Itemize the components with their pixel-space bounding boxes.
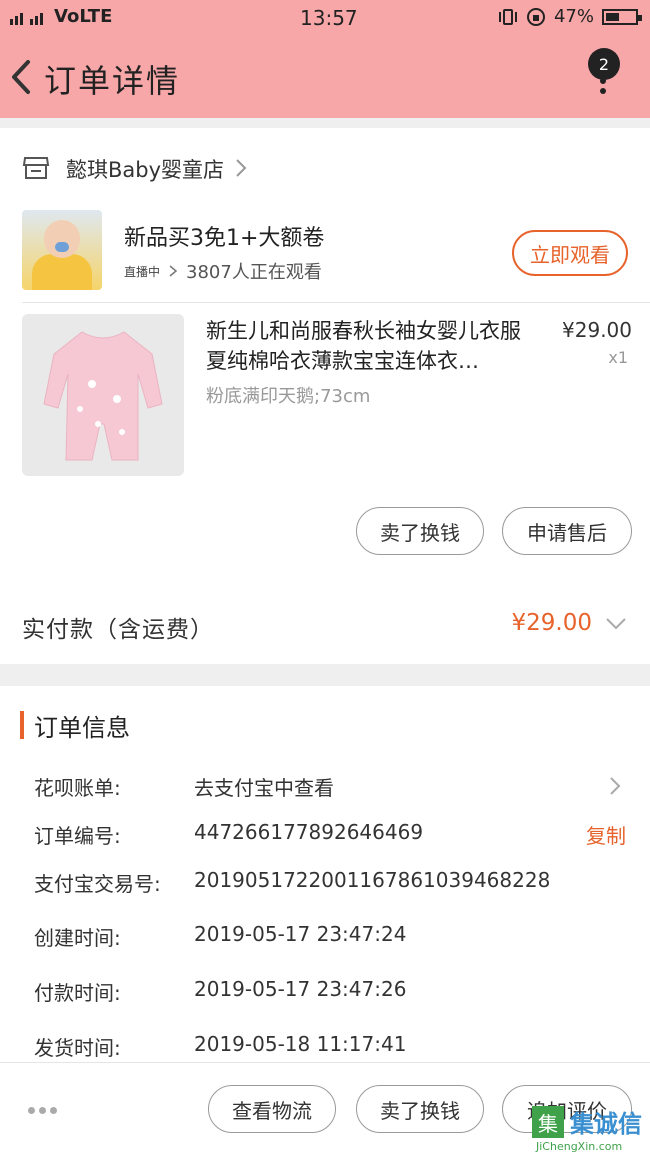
view-logistics-button[interactable]: 查看物流: [208, 1085, 336, 1133]
watch-now-button[interactable]: 立即观看: [512, 230, 628, 276]
chevron-right-icon: [236, 159, 247, 177]
payment-label: 实付款（含运费）: [22, 617, 214, 643]
payment-amount: ¥29.00: [511, 610, 592, 636]
notification-badge: 2: [588, 48, 620, 80]
copy-button[interactable]: 复制: [586, 820, 626, 849]
battery-percent: 47%: [553, 6, 594, 27]
more-vertical-icon: [600, 78, 608, 98]
info-row-order-number: 订单编号: 447266177892646469 复制: [0, 814, 650, 854]
sell-button[interactable]: 卖了换钱: [356, 507, 484, 555]
info-label: 付款时间:: [34, 981, 121, 1005]
product-price: ¥29.00: [562, 318, 632, 342]
info-row-huabei[interactable]: 花呗账单: 去支付宝中查看: [0, 766, 650, 806]
info-label: 发货时间:: [34, 1036, 121, 1060]
chevron-right-icon: [610, 777, 621, 795]
info-value: 2019-05-18 11:17:41: [194, 1032, 407, 1056]
watermark-url: JiChengXin.com: [536, 1140, 623, 1153]
order-info-title: 订单信息: [34, 713, 130, 742]
sell-button-bottom[interactable]: 卖了换钱: [356, 1085, 484, 1133]
nav-bar: 订单详情 2: [0, 42, 650, 112]
page-title: 订单详情: [44, 62, 181, 100]
info-row-created-time: 创建时间: 2019-05-17 23:47:24: [0, 916, 650, 956]
after-sale-button[interactable]: 申请售后: [502, 507, 632, 555]
status-icons: 47%: [498, 6, 642, 27]
watermark-logo: 集 集诚信 JiChengXin.com: [526, 1100, 650, 1155]
shop-header[interactable]: 懿琪Baby婴童店: [0, 140, 650, 196]
romper-illustration: [43, 331, 163, 461]
product-quantity: x1: [608, 348, 628, 367]
accent-bar: [20, 711, 24, 739]
info-row-shipped-time: 发货时间: 2019-05-18 11:17:41: [0, 1026, 650, 1066]
back-button[interactable]: [4, 52, 44, 102]
store-icon: [22, 157, 50, 179]
info-label: 订单编号:: [34, 824, 121, 848]
chevron-right-icon: [169, 265, 178, 277]
product-image: [22, 314, 184, 476]
info-row-paid-time: 付款时间: 2019-05-17 23:47:26: [0, 971, 650, 1011]
rotation-lock-icon: [526, 7, 545, 26]
signal-icon: [10, 12, 43, 25]
info-label: 创建时间:: [34, 926, 121, 950]
product-title: 新生儿和尚服春秋长袖女婴儿衣服夏纯棉哈衣薄款宝宝连体衣…: [206, 319, 521, 373]
info-label: 花呗账单:: [34, 776, 121, 800]
payment-row[interactable]: 实付款（含运费） ¥29.00: [0, 596, 650, 656]
live-tag: 直播中: [124, 264, 161, 279]
section-divider: [0, 118, 650, 128]
viewer-count: 3807人正在观看: [186, 262, 322, 283]
info-value: 2019-05-17 23:47:26: [194, 977, 407, 1001]
order-info-header: 订单信息: [20, 708, 130, 742]
section-divider: [0, 664, 650, 686]
live-stream-card[interactable]: 新品买3免1+大额卷 直播中 3807人正在观看 立即观看: [0, 208, 650, 294]
info-value: 2019-05-17 23:47:24: [194, 922, 407, 946]
battery-level: [606, 12, 620, 21]
product-spec: 粉底满印天鹅;73cm: [206, 386, 371, 407]
watermark-text: 集诚信: [570, 1110, 642, 1138]
chevron-down-icon: [606, 618, 626, 630]
signal-area: VoLTE: [8, 6, 112, 27]
live-subtitle: 直播中 3807人正在观看: [124, 258, 322, 284]
more-menu-button[interactable]: 2: [584, 48, 624, 106]
info-value: 447266177892646469: [194, 820, 424, 844]
info-label: 支付宝交易号:: [34, 872, 161, 896]
info-value: 2019051722001167861039468228: [194, 868, 551, 892]
battery-icon: [602, 8, 642, 25]
header-bar: VoLTE 13:57 47% 订单详情 2: [0, 0, 650, 118]
more-horizontal-icon[interactable]: [28, 1099, 62, 1114]
product-item[interactable]: 新生儿和尚服春秋长袖女婴儿衣服夏纯棉哈衣薄款宝宝连体衣… 粉底满印天鹅;73cm…: [0, 312, 650, 482]
live-thumbnail: [22, 210, 102, 290]
info-row-alipay-trade: 支付宝交易号: 2019051722001167861039468228: [0, 862, 650, 902]
vibrate-icon: [498, 8, 517, 25]
shop-name: 懿琪Baby婴童店: [66, 158, 225, 182]
divider: [22, 302, 650, 303]
chevron-left-icon: [12, 60, 30, 94]
status-bar: VoLTE 13:57 47%: [0, 0, 650, 36]
carrier-label: VoLTE: [54, 6, 113, 27]
live-title: 新品买3免1+大额卷: [124, 226, 325, 251]
clock: 13:57: [300, 6, 358, 30]
watermark-icon: 集: [532, 1106, 564, 1138]
info-value: 去支付宝中查看: [194, 776, 334, 800]
